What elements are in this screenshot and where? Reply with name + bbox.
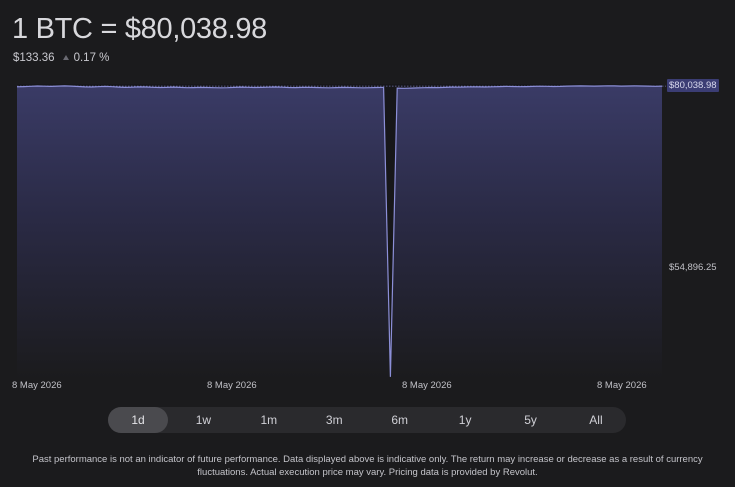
range-6m-button[interactable]: 6m (370, 407, 430, 433)
range-1d-button[interactable]: 1d (108, 407, 168, 433)
range-1w-button[interactable]: 1w (173, 407, 233, 433)
range-3m-button[interactable]: 3m (304, 407, 364, 433)
range-all-button[interactable]: All (566, 407, 626, 433)
range-1y-button[interactable]: 1y (435, 407, 495, 433)
x-tick-label: 8 May 2026 (402, 380, 452, 391)
price-area-fill (17, 85, 662, 379)
disclaimer-text: Past performance is not an indicator of … (32, 454, 703, 478)
x-tick-label: 8 May 2026 (597, 380, 647, 391)
current-price-label: $80,038.98 (667, 79, 719, 92)
time-range-selector: 1d 1w 1m 3m 6m 1y 5y All (108, 407, 626, 433)
x-tick-label: 8 May 2026 (207, 380, 257, 391)
y-axis-mid-label: $54,896.25 (669, 262, 717, 273)
x-tick-label: 8 May 2026 (12, 380, 62, 391)
price-chart[interactable] (0, 0, 735, 400)
range-5y-button[interactable]: 5y (501, 407, 561, 433)
range-1m-button[interactable]: 1m (239, 407, 299, 433)
